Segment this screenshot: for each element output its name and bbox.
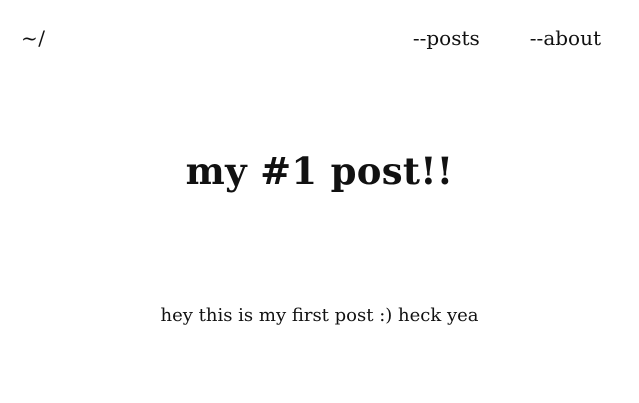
- home-link[interactable]: ~/: [21, 24, 46, 52]
- nav-links: --posts --about: [413, 24, 601, 52]
- page: ~/ --posts --about my #1 post!! hey this…: [0, 0, 639, 403]
- nav-link-about[interactable]: --about: [530, 24, 601, 52]
- nav-link-posts[interactable]: --posts: [413, 24, 480, 52]
- post-title: my #1 post!!: [185, 149, 454, 193]
- post-body: hey this is my first post :) heck yea: [160, 305, 479, 326]
- top-nav: ~/ --posts --about: [0, 0, 639, 60]
